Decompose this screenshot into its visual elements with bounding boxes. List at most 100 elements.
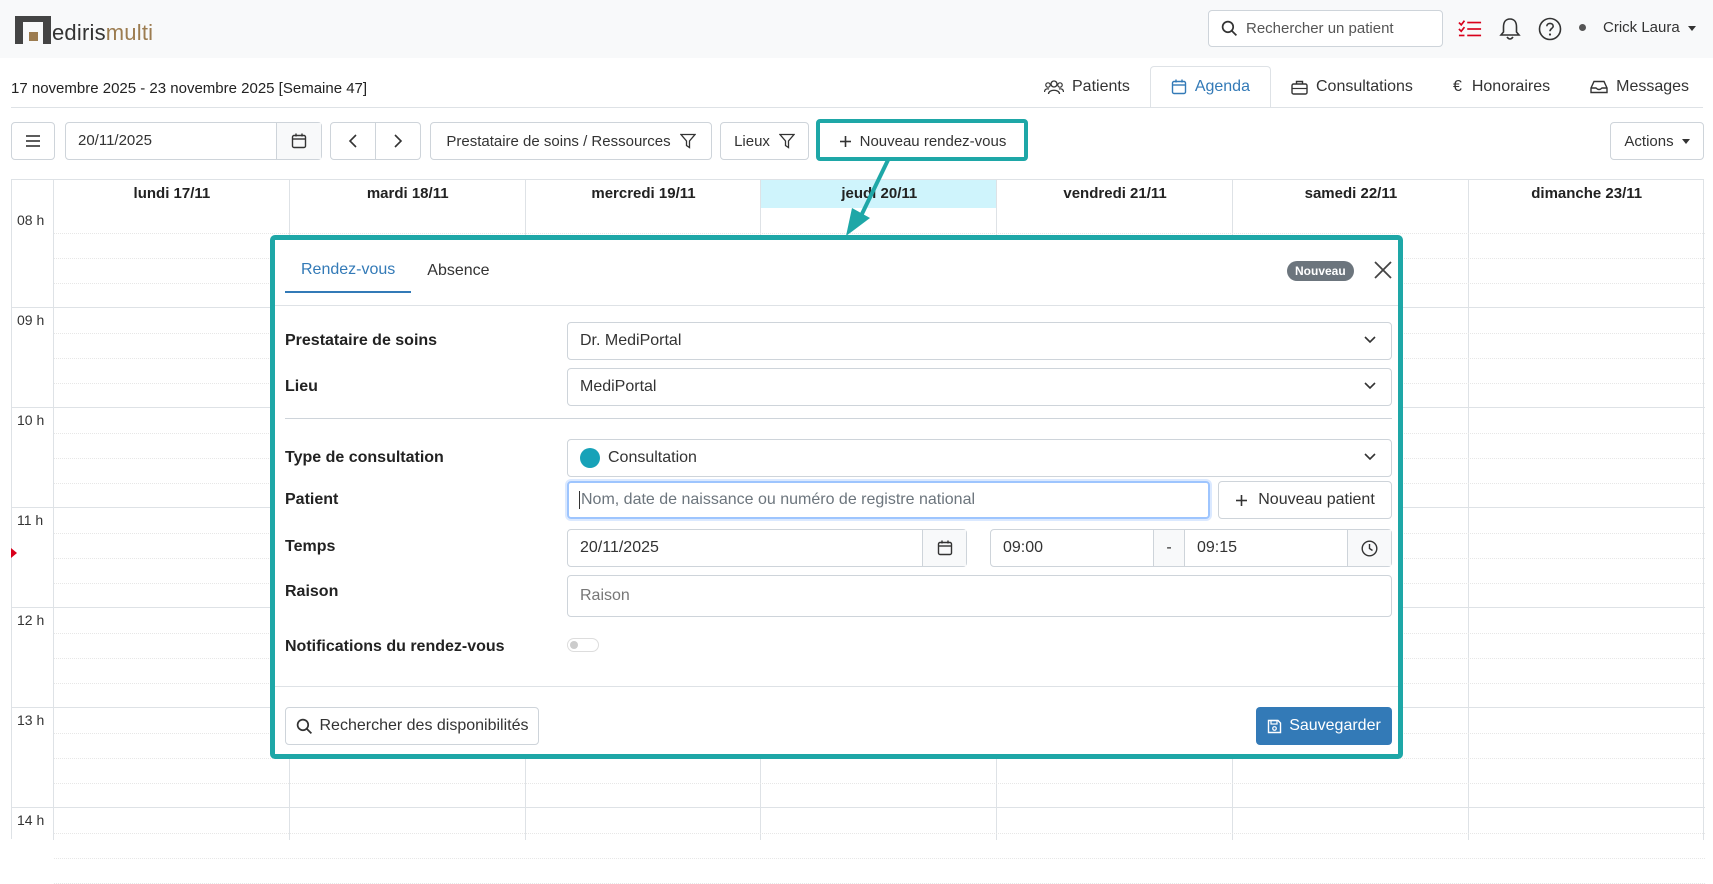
appointment-date-value[interactable]: 20/11/2025 xyxy=(568,530,922,566)
time-picker-button[interactable] xyxy=(1347,530,1391,566)
briefcase-icon xyxy=(1291,80,1308,95)
save-label: Sauvegarder xyxy=(1289,717,1381,734)
slot-divider xyxy=(54,833,1705,834)
calendar-icon xyxy=(291,133,307,149)
toggle-knob xyxy=(570,641,578,649)
search-input[interactable] xyxy=(1246,20,1436,37)
start-time-input[interactable]: 09:00 xyxy=(991,530,1153,566)
date-picker-button[interactable] xyxy=(922,530,966,566)
filter-icon xyxy=(778,133,795,149)
status-dot xyxy=(1579,24,1586,31)
patient-label: Patient xyxy=(285,491,339,508)
save-icon xyxy=(1267,719,1282,733)
place-select[interactable]: MediPortal xyxy=(567,368,1392,406)
top-bar: edirismulti Crick Laura xyxy=(0,0,1713,58)
section-divider xyxy=(285,418,1392,419)
calendar-icon xyxy=(1171,79,1187,95)
hour-divider xyxy=(12,807,1705,808)
highlight-frame xyxy=(816,119,1028,161)
places-filter-label: Lieux xyxy=(734,132,770,150)
logo-text: edirismulti xyxy=(52,20,154,45)
tab-rendez-vous[interactable]: Rendez-vous xyxy=(285,249,412,293)
time-label: Temps xyxy=(285,538,336,555)
close-button[interactable] xyxy=(1372,259,1394,281)
day-header[interactable]: vendredi 21/11 xyxy=(997,180,1233,208)
day-column-divider xyxy=(53,180,54,840)
day-header[interactable]: samedi 22/11 xyxy=(1233,180,1469,208)
tab-agenda[interactable]: Agenda xyxy=(1149,66,1271,108)
tab-absence[interactable]: Absence xyxy=(411,249,505,293)
end-time-input[interactable]: 09:15 xyxy=(1185,530,1347,566)
tab-messages[interactable]: Messages xyxy=(1570,66,1709,108)
modal-header-divider xyxy=(275,305,1398,306)
consultation-type-value: Consultation xyxy=(608,449,697,466)
date-picker-button[interactable] xyxy=(276,123,321,159)
filter-icon xyxy=(679,133,696,149)
slot-divider xyxy=(54,783,1705,784)
chevron-down-icon xyxy=(1364,453,1376,461)
actions-label: Actions xyxy=(1624,132,1674,150)
hour-label: 10 h xyxy=(17,412,45,428)
day-header[interactable]: lundi 17/11 xyxy=(54,180,290,208)
notifications-toggle[interactable] xyxy=(567,638,599,652)
patient-search[interactable] xyxy=(1208,10,1443,47)
notifications-label: Notifications du rendez-vous xyxy=(285,638,505,655)
tab-label: Consultations xyxy=(1315,78,1413,95)
day-column-divider xyxy=(1702,180,1704,840)
agenda-date-field[interactable]: 20/11/2025 xyxy=(65,122,322,160)
providers-filter-label: Prestataire de soins / Ressources xyxy=(446,132,671,150)
caret-down-icon xyxy=(1681,138,1690,144)
reason-label: Raison xyxy=(285,583,339,600)
appointment-time-range: 09:00 - 09:15 xyxy=(990,529,1392,567)
hour-label: 12 h xyxy=(17,612,45,628)
day-header[interactable]: mercredi 19/11 xyxy=(526,180,762,208)
chevron-down-icon xyxy=(1364,336,1376,344)
day-header[interactable]: dimanche 23/11 xyxy=(1469,180,1705,208)
appointment-date-field[interactable]: 20/11/2025 xyxy=(567,529,967,567)
prev-week-button[interactable] xyxy=(330,122,376,160)
slot-divider xyxy=(54,858,1705,859)
search-availability-button[interactable]: Rechercher des disponibilités xyxy=(285,707,539,745)
providers-filter-button[interactable]: Prestataire de soins / Ressources xyxy=(430,122,712,160)
day-header[interactable]: mardi 18/11 xyxy=(290,180,526,208)
tab-honoraires[interactable]: € Honoraires xyxy=(1433,66,1570,108)
places-filter-button[interactable]: Lieux xyxy=(720,122,809,160)
next-week-button[interactable] xyxy=(375,122,421,160)
tab-patients[interactable]: Patients xyxy=(1024,66,1150,108)
search-availability-label: Rechercher des disponibilités xyxy=(319,717,529,734)
help-icon[interactable] xyxy=(1538,17,1562,41)
reason-input[interactable]: Raison xyxy=(567,575,1392,617)
provider-select[interactable]: Dr. MediPortal xyxy=(567,322,1392,360)
hour-label: 08 h xyxy=(17,212,45,228)
patient-search-input[interactable]: Nom, date de naissance ou numéro de regi… xyxy=(567,481,1210,519)
menu-button[interactable] xyxy=(11,122,55,160)
bell-icon[interactable] xyxy=(1498,17,1522,41)
logo-mark-icon xyxy=(15,16,51,44)
hour-label: 11 h xyxy=(17,512,44,528)
text-cursor xyxy=(579,491,580,509)
day-column-divider xyxy=(1467,180,1469,840)
modal-tabs: Rendez-vous Absence xyxy=(285,249,506,293)
consultation-type-select[interactable]: Consultation xyxy=(567,439,1392,477)
users-icon xyxy=(1044,80,1064,95)
hamburger-icon xyxy=(26,135,40,147)
actions-dropdown[interactable]: Actions xyxy=(1610,122,1704,160)
user-name: Crick Laura xyxy=(1603,19,1680,36)
hour-label: 13 h xyxy=(17,712,45,728)
new-patient-button[interactable]: Nouveau patient xyxy=(1218,481,1392,519)
tab-consultations[interactable]: Consultations xyxy=(1271,66,1433,108)
place-value: MediPortal xyxy=(580,378,657,395)
save-button[interactable]: Sauvegarder xyxy=(1256,707,1392,745)
appointment-modal: Rendez-vous Absence Nouveau Prestataire … xyxy=(270,235,1403,759)
logo[interactable]: edirismulti xyxy=(15,14,153,44)
type-color-dot xyxy=(580,448,600,468)
caret-down-icon xyxy=(1687,25,1696,31)
consultation-type-label: Type de consultation xyxy=(285,449,444,466)
time-separator: - xyxy=(1153,530,1185,566)
tab-label: Patients xyxy=(1072,78,1130,95)
user-menu[interactable]: Crick Laura xyxy=(1603,19,1696,36)
task-list-icon[interactable] xyxy=(1458,17,1482,41)
place-label: Lieu xyxy=(285,378,318,395)
provider-label: Prestataire de soins xyxy=(285,332,438,349)
agenda-date-value[interactable]: 20/11/2025 xyxy=(66,123,276,159)
